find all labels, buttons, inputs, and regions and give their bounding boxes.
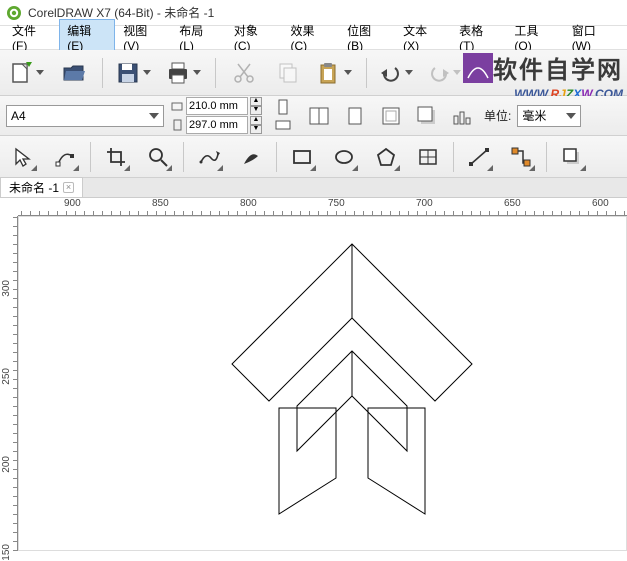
width-spinner[interactable]: ▲▼ xyxy=(250,97,262,115)
freehand-tool[interactable] xyxy=(192,140,226,174)
chevron-down-icon xyxy=(403,70,415,76)
canvas-area: 900 850 800 750 700 650 600 300 250 200 … xyxy=(0,198,627,551)
standard-toolbar: 软件自学网 WWW.RJZXW.COM xyxy=(0,50,627,96)
ellipse-tool[interactable] xyxy=(327,140,361,174)
effects-tool[interactable] xyxy=(555,140,589,174)
separator xyxy=(366,58,367,88)
paper-size-combo[interactable]: A4 xyxy=(6,105,164,127)
print-button[interactable] xyxy=(165,60,203,86)
rectangle-tool[interactable] xyxy=(285,140,319,174)
chevron-down-icon xyxy=(191,70,203,76)
watermark-icon xyxy=(463,53,493,83)
separator xyxy=(276,142,277,172)
page-dimensions: ▲▼ ▲▼ xyxy=(170,97,262,134)
page-single-button[interactable] xyxy=(304,101,334,131)
connector-tool[interactable] xyxy=(504,140,538,174)
document-tabs: 未命名 -1 × xyxy=(0,178,627,198)
watermark: 软件自学网 WWW.RJZXW.COM xyxy=(463,50,623,101)
ruler-horizontal: 900 850 800 750 700 650 600 xyxy=(18,198,627,216)
undo-button[interactable] xyxy=(379,61,415,85)
save-button[interactable] xyxy=(115,60,153,86)
zoom-tool[interactable] xyxy=(141,140,175,174)
separator xyxy=(102,58,103,88)
separator xyxy=(183,142,184,172)
menubar: 文件(F) 编辑(E) 视图(V) 布局(L) 对象(C) 效果(C) 位图(B… xyxy=(0,26,627,50)
separator xyxy=(546,142,547,172)
separator xyxy=(215,58,216,88)
polygon-tool[interactable] xyxy=(369,140,403,174)
copy-button[interactable] xyxy=(272,57,304,89)
close-icon[interactable]: × xyxy=(63,182,74,193)
units-combo[interactable]: 毫米 xyxy=(517,105,581,127)
separator xyxy=(453,142,454,172)
toolbox xyxy=(0,136,627,178)
chevron-down-icon xyxy=(141,70,153,76)
pick-tool[interactable] xyxy=(6,140,40,174)
chevron-down-icon xyxy=(342,70,354,76)
crop-tool[interactable] xyxy=(99,140,133,174)
shape-tool[interactable] xyxy=(48,140,82,174)
orientation-group xyxy=(268,98,298,134)
units-value: 毫米 xyxy=(522,107,546,124)
tab-label: 未命名 -1 xyxy=(9,179,59,196)
chevron-down-icon xyxy=(149,113,159,119)
drawing-canvas[interactable] xyxy=(18,216,627,551)
landscape-button[interactable] xyxy=(268,116,298,134)
units-label: 单位: xyxy=(484,107,511,124)
align-bars-button[interactable] xyxy=(448,101,478,131)
paste-button[interactable] xyxy=(316,60,354,86)
chevron-down-icon xyxy=(34,70,46,76)
artistic-media-tool[interactable] xyxy=(234,140,268,174)
property-bar: A4 ▲▼ ▲▼ 单位: 毫米 xyxy=(0,96,627,136)
page-shadow-button[interactable] xyxy=(412,101,442,131)
chevron-down-icon xyxy=(566,113,576,119)
portrait-button[interactable] xyxy=(268,98,298,116)
page-frame-button[interactable] xyxy=(376,101,406,131)
separator xyxy=(90,142,91,172)
watermark-text: 软件自学网 xyxy=(493,50,623,85)
redo-button[interactable] xyxy=(427,61,463,85)
page-single-alt-button[interactable] xyxy=(340,101,370,131)
paper-size-value: A4 xyxy=(11,109,26,123)
page-height-input[interactable] xyxy=(186,116,248,134)
table-tool[interactable] xyxy=(411,140,445,174)
cut-button[interactable] xyxy=(228,57,260,89)
chevron-down-icon xyxy=(451,70,463,76)
open-button[interactable] xyxy=(58,57,90,89)
height-icon xyxy=(170,118,184,132)
ruler-vertical: 300 250 200 150 xyxy=(0,216,18,551)
dimension-tool[interactable] xyxy=(462,140,496,174)
height-spinner[interactable]: ▲▼ xyxy=(250,116,262,134)
tab-doc1[interactable]: 未命名 -1 × xyxy=(0,177,83,197)
drawing-svg xyxy=(18,216,627,551)
page-width-input[interactable] xyxy=(186,97,248,115)
width-icon xyxy=(170,99,184,113)
new-button[interactable] xyxy=(8,60,46,86)
